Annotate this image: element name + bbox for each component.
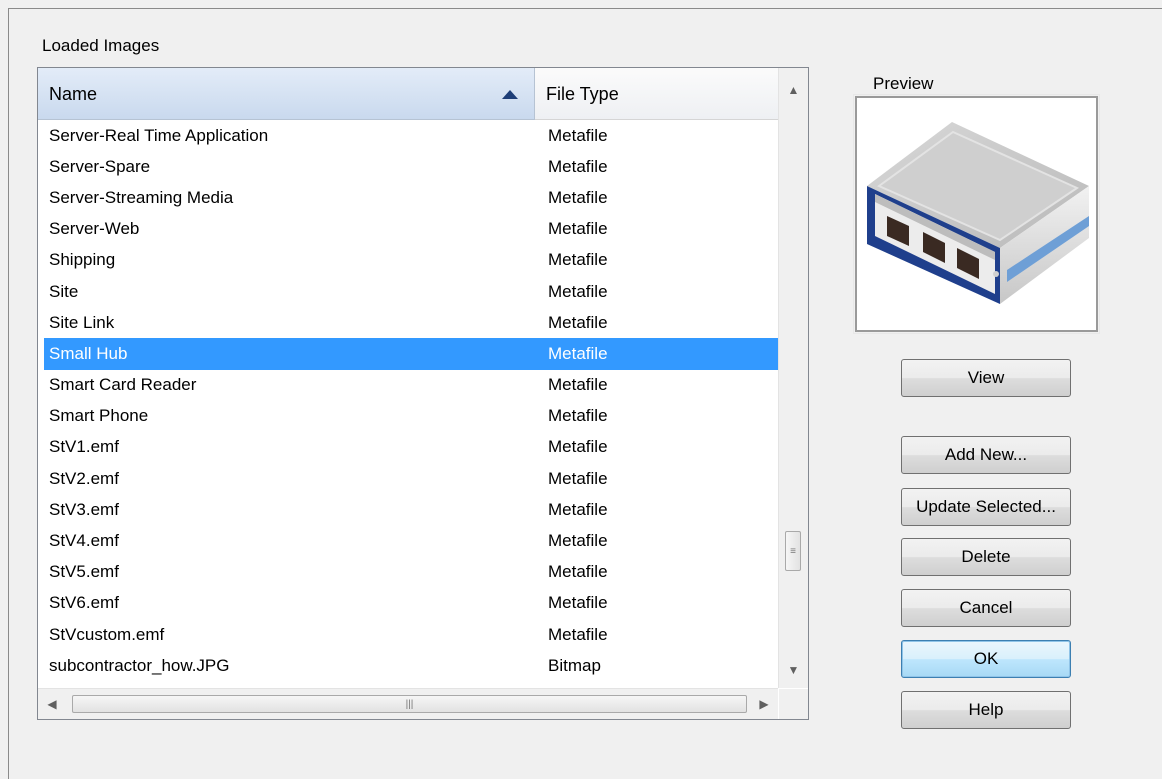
item-type: Metafile — [548, 437, 608, 457]
item-name: Smart Phone — [49, 406, 149, 426]
list-item[interactable]: Server-Real Time Application Metafile — [38, 120, 778, 151]
list-item[interactable]: StV4.emf Metafile — [38, 525, 778, 556]
list-item[interactable]: Server-Web Metafile — [38, 214, 778, 245]
item-name: Server-Spare — [49, 156, 151, 176]
list-item[interactable]: StV3.emf Metafile — [38, 494, 778, 525]
vertical-scroll-thumb[interactable]: ≡ — [785, 531, 801, 571]
column-header: Name File Type — [38, 68, 778, 120]
ok-button[interactable]: OK — [901, 640, 1071, 678]
item-type: Bitmap — [548, 655, 601, 675]
list-item[interactable]: subcontractor_how.JPG Bitmap — [38, 650, 778, 681]
item-name: Small Hub — [49, 343, 128, 363]
list-item[interactable]: StV2.emf Metafile — [38, 463, 778, 494]
item-name: Site — [49, 281, 79, 301]
item-type: Metafile — [548, 343, 608, 363]
scroll-down-arrow-icon[interactable]: ▼ — [779, 656, 808, 684]
scroll-up-arrow-icon[interactable]: ▲ — [779, 76, 808, 104]
cancel-button[interactable]: Cancel — [901, 589, 1071, 627]
item-type: Metafile — [548, 375, 608, 395]
list-item[interactable]: Server-Streaming Media Metafile — [38, 182, 778, 213]
item-type: Metafile — [548, 312, 608, 332]
list-item[interactable]: StV1.emf Metafile — [38, 432, 778, 463]
item-name: StV2.emf — [49, 468, 119, 488]
scroll-left-arrow-icon[interactable]: ◀ — [38, 689, 66, 719]
horizontal-scroll-thumb[interactable]: ||| — [72, 695, 747, 713]
list-item-selected[interactable]: Small Hub Metafile — [44, 338, 778, 370]
images-listview[interactable]: Name File Type Server-Real Time Applicat… — [37, 67, 809, 720]
item-type: Metafile — [548, 219, 608, 239]
item-type: Metafile — [548, 250, 608, 270]
item-name: Server-Web — [49, 219, 140, 239]
item-name: Smart Card Reader — [49, 375, 197, 395]
item-type: Metafile — [548, 468, 608, 488]
item-name: StVcustom.emf — [49, 624, 165, 644]
item-name: StV4.emf — [49, 531, 119, 551]
scroll-corner — [779, 689, 808, 719]
column-file-type-label: File Type — [546, 84, 619, 104]
small-hub-icon — [867, 122, 1089, 304]
scroll-right-arrow-icon[interactable]: ▶ — [750, 689, 778, 719]
column-header-name[interactable]: Name — [38, 68, 535, 120]
update-selected-button[interactable]: Update Selected... — [901, 488, 1071, 526]
list-rows: Server-Real Time Application Metafile Ser… — [38, 120, 778, 691]
preview-image — [853, 94, 1100, 334]
item-type: Metafile — [548, 593, 608, 613]
help-button[interactable]: Help — [901, 691, 1071, 729]
item-type: Metafile — [548, 281, 608, 301]
preview-label: Preview — [873, 74, 934, 93]
item-name: StV6.emf — [49, 593, 119, 613]
item-name: StV3.emf — [49, 499, 119, 519]
sort-ascending-icon — [502, 90, 518, 99]
item-type: Metafile — [548, 531, 608, 551]
item-name: Shipping — [49, 250, 116, 270]
column-header-file-type[interactable]: File Type — [535, 68, 778, 120]
item-type: Metafile — [548, 406, 608, 426]
group-label: Loaded Images — [42, 36, 160, 55]
item-name: Site Link — [49, 312, 115, 332]
list-item[interactable]: Server-Spare Metafile — [38, 151, 778, 182]
list-item[interactable]: StV5.emf Metafile — [38, 557, 778, 588]
delete-button[interactable]: Delete — [901, 538, 1071, 576]
item-type: Metafile — [548, 156, 608, 176]
item-name: StV5.emf — [49, 562, 119, 582]
column-name-label: Name — [49, 84, 98, 104]
item-name: Server-Real Time Application — [49, 125, 269, 145]
item-type: Metafile — [548, 187, 608, 207]
list-item[interactable]: Site Link Metafile — [38, 307, 778, 338]
vertical-scrollbar[interactable]: ▲ ≡ ▼ — [778, 68, 808, 688]
item-type: Metafile — [548, 624, 608, 644]
list-item[interactable]: Shipping Metafile — [38, 245, 778, 276]
list-item[interactable]: Smart Phone Metafile — [38, 401, 778, 432]
add-new-button[interactable]: Add New... — [901, 436, 1071, 474]
list-item[interactable]: Smart Card Reader Metafile — [38, 370, 778, 401]
item-type: Metafile — [548, 499, 608, 519]
item-name: subcontractor_how.JPG — [49, 655, 230, 675]
list-item[interactable]: StV6.emf Metafile — [38, 588, 778, 619]
item-type: Metafile — [548, 125, 608, 145]
list-item[interactable]: Site Metafile — [38, 276, 778, 307]
horizontal-scrollbar[interactable]: ◀ ||| ▶ — [38, 688, 778, 719]
item-type: Metafile — [548, 562, 608, 582]
view-button[interactable]: View — [901, 359, 1071, 397]
list-item[interactable]: StVcustom.emf Metafile — [38, 619, 778, 650]
item-name: StV1.emf — [49, 437, 119, 457]
item-name: Server-Streaming Media — [49, 187, 234, 207]
